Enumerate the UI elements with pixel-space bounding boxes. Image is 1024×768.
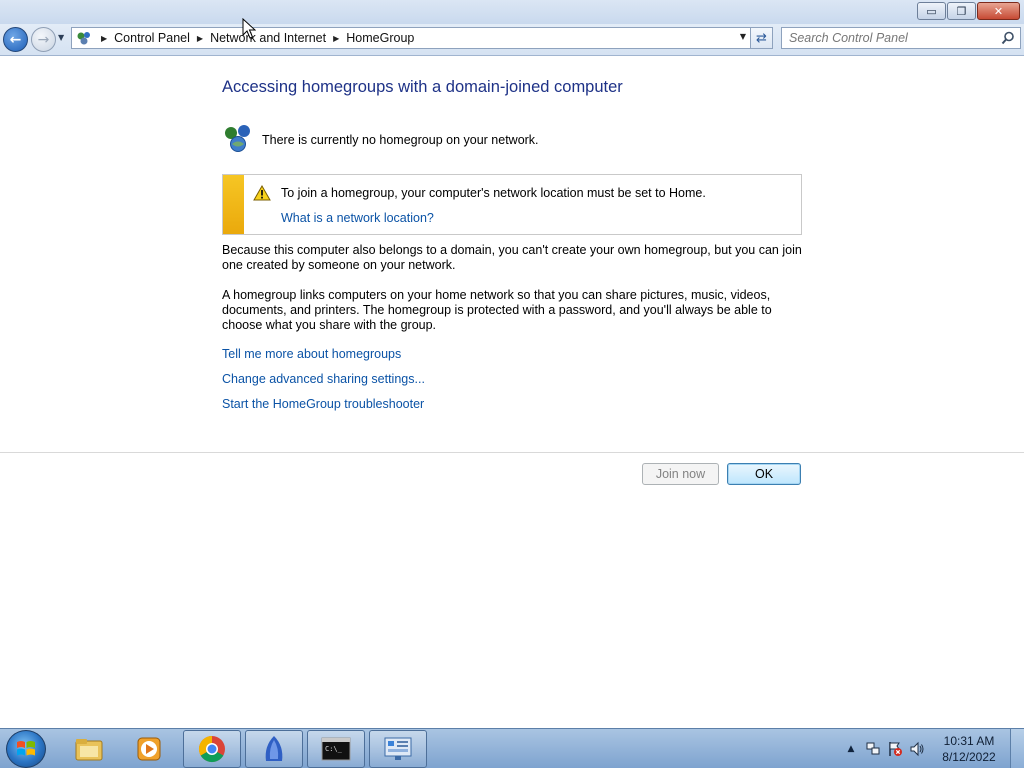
taskbar-control-panel[interactable]: [369, 730, 427, 768]
footer-divider: [0, 452, 1024, 453]
refresh-icon: ⇄: [756, 30, 767, 46]
breadcrumb-separator[interactable]: ▶: [101, 34, 107, 43]
control-panel-icon: [74, 29, 94, 47]
breadcrumb-network-and-internet[interactable]: Network and Internet: [210, 31, 326, 45]
search-icon[interactable]: [1001, 31, 1015, 48]
main-content: Accessing homegroups with a domain-joine…: [0, 57, 1024, 728]
search-box[interactable]: [781, 27, 1021, 49]
arrow-right-icon: →: [37, 31, 50, 48]
windows-logo-icon: [17, 741, 35, 756]
window-controls: ▭ ❐ ✕: [917, 2, 1020, 20]
search-input[interactable]: [782, 28, 992, 48]
svg-text:C:\_: C:\_: [325, 745, 343, 753]
taskbar-chrome[interactable]: [183, 730, 241, 768]
action-center-icon[interactable]: [884, 741, 906, 757]
forward-button[interactable]: →: [31, 27, 56, 52]
join-now-button[interactable]: Join now: [642, 463, 719, 485]
control-panel-icon: [384, 737, 412, 760]
start-button[interactable]: [6, 730, 46, 768]
domain-explanation: Because this computer also belongs to a …: [222, 243, 802, 272]
system-tray: ▲ 10:31 AM 8/12/2022: [840, 729, 1024, 768]
breadcrumb-separator[interactable]: ▶: [333, 34, 339, 43]
taskbar-app[interactable]: [245, 730, 303, 768]
page-title: Accessing homegroups with a domain-joine…: [222, 78, 623, 96]
taskbar-media-player[interactable]: [121, 730, 179, 768]
refresh-button[interactable]: ⇄: [751, 27, 773, 49]
recent-pages-button[interactable]: ▼: [58, 33, 64, 42]
show-hidden-icons-button[interactable]: ▲: [840, 744, 862, 754]
advanced-sharing-link[interactable]: Change advanced sharing settings...: [222, 372, 425, 386]
close-button[interactable]: ✕: [977, 2, 1020, 20]
breadcrumb-separator[interactable]: ▶: [197, 34, 203, 43]
network-location-link[interactable]: What is a network location?: [281, 211, 434, 225]
chrome-icon: [198, 735, 225, 763]
arrow-left-icon: ←: [9, 31, 22, 48]
warning-message: To join a homegroup, your computer's net…: [281, 186, 706, 200]
close-icon: ✕: [993, 4, 1004, 18]
navigation-bar: ← → ▼ ▶ Control Panel ▶ Network and Inte…: [0, 24, 1024, 56]
homegroup-status: There is currently no homegroup on your …: [222, 123, 539, 156]
clock-date: 8/12/2022: [942, 750, 996, 764]
app-icon: [265, 736, 283, 761]
taskbar-command-prompt[interactable]: C:\_: [307, 730, 365, 768]
clock[interactable]: 10:31 AM 8/12/2022: [928, 733, 1010, 765]
minimize-icon: ▭: [926, 4, 937, 18]
tell-me-more-link[interactable]: Tell me more about homegroups: [222, 347, 401, 361]
restore-icon: ❐: [956, 4, 967, 18]
restore-button[interactable]: ❐: [947, 2, 976, 20]
status-message: There is currently no homegroup on your …: [262, 132, 539, 147]
back-button[interactable]: ←: [3, 27, 28, 52]
mouse-cursor-icon: [242, 17, 257, 43]
network-icon[interactable]: [862, 741, 884, 757]
homegroup-description: A homegroup links computers on your home…: [222, 288, 772, 332]
address-bar[interactable]: ▶ Control Panel ▶ Network and Internet ▶…: [71, 27, 751, 49]
minimize-button[interactable]: ▭: [917, 2, 946, 20]
homegroup-icon: [222, 123, 254, 156]
troubleshooter-link[interactable]: Start the HomeGroup troubleshooter: [222, 397, 424, 411]
clock-time: 10:31 AM: [943, 734, 995, 748]
warning-panel: To join a homegroup, your computer's net…: [222, 174, 802, 235]
media-player-icon: [137, 737, 161, 761]
command-prompt-icon: C:\_: [321, 737, 351, 761]
folder-icon: [75, 739, 103, 761]
taskbar: C:\_ ▲ 10:31 AM 8/12/2022: [0, 728, 1024, 768]
address-dropdown-icon[interactable]: ▼: [740, 32, 746, 41]
taskbar-windows-explorer[interactable]: [60, 730, 118, 768]
ok-button[interactable]: OK: [727, 463, 801, 485]
title-bar: ▭ ❐ ✕: [0, 0, 1024, 24]
warning-stripe: [223, 175, 244, 234]
breadcrumb-homegroup[interactable]: HomeGroup: [346, 31, 414, 45]
breadcrumb-control-panel[interactable]: Control Panel: [114, 31, 190, 45]
volume-icon[interactable]: [906, 741, 928, 757]
warning-icon: [253, 184, 271, 204]
show-desktop-button[interactable]: [1010, 729, 1024, 768]
